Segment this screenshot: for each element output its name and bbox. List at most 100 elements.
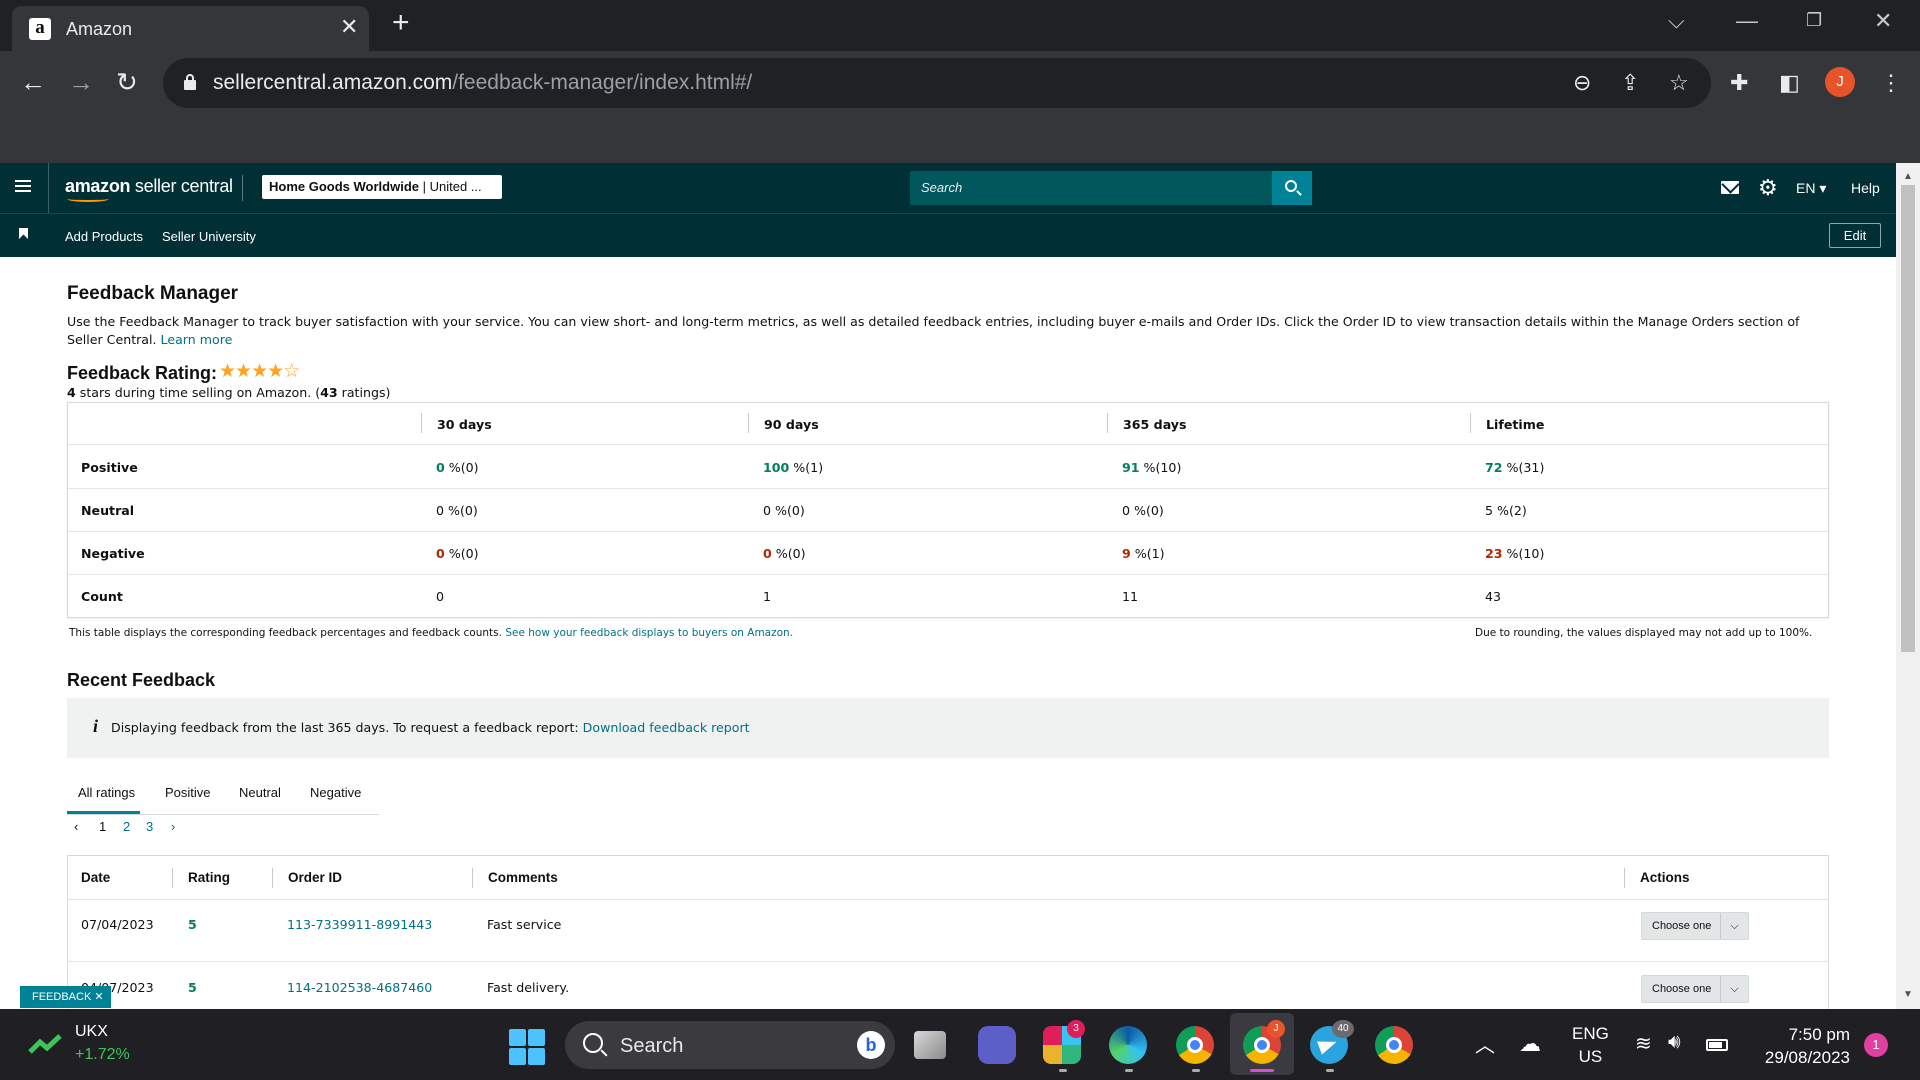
seller-central-logo[interactable]: amazon seller central <box>65 176 233 197</box>
rating-filter-tabs: All ratings Positive Neutral Negative <box>67 772 379 815</box>
metrics-count: %(2) <box>1493 503 1527 518</box>
prev-page-icon[interactable]: ‹ <box>74 819 78 834</box>
teams-icon[interactable] <box>978 1026 1016 1064</box>
browser-tab[interactable]: a Amazon ✕ <box>12 6 369 51</box>
telegram-icon[interactable]: 40 <box>1310 1020 1354 1064</box>
search-input[interactable]: Search <box>910 171 1272 205</box>
restore-icon[interactable]: ❐ <box>1806 10 1822 31</box>
column-separator <box>1624 868 1625 888</box>
store-selector[interactable]: Home Goods Worldwide | United ... <box>262 175 502 199</box>
row-order-id[interactable]: 113-7339911-8991443 <box>287 917 432 932</box>
browser-menu-icon[interactable]: ⋮ <box>1880 70 1902 96</box>
side-panel-icon[interactable]: ◧ <box>1779 70 1800 96</box>
chrome-profile-icon[interactable] <box>1176 1026 1214 1064</box>
onedrive-icon[interactable]: ☁ <box>1519 1031 1541 1057</box>
metrics-header-row: 30 days 90 days 365 days Lifetime <box>68 403 1828 445</box>
bing-icon[interactable]: b <box>857 1031 885 1059</box>
search-icon <box>583 1033 603 1053</box>
edit-button[interactable]: Edit <box>1829 223 1881 248</box>
tab-negative[interactable]: Negative <box>310 785 361 800</box>
tab-search-chevron-icon[interactable]: ⌵ <box>1668 8 1685 34</box>
tab-neutral[interactable]: Neutral <box>239 785 281 800</box>
page-3[interactable]: 3 <box>146 819 153 834</box>
search-button[interactable] <box>1272 171 1312 205</box>
column-separator <box>748 413 749 433</box>
metrics-count: %(10) <box>1502 546 1545 561</box>
app-running-indicator <box>1192 1069 1200 1072</box>
feedback-display-link[interactable]: See how your feedback displays to buyers… <box>505 627 793 639</box>
metrics-cell: 11 <box>1122 589 1139 604</box>
download-report-link[interactable]: Download feedback report <box>583 720 750 735</box>
page-scrollbar[interactable]: ▲ ▼ <box>1896 163 1920 1009</box>
scroll-down-icon[interactable]: ▼ <box>1903 989 1913 1000</box>
address-bar[interactable]: sellercentral.amazon.com/feedback-manage… <box>163 58 1711 108</box>
scroll-up-icon[interactable]: ▲ <box>1903 171 1913 182</box>
feedback-tab-button[interactable]: FEEDBACK ✕ <box>20 986 111 1008</box>
action-dropdown[interactable]: Choose one ⌵ <box>1641 975 1749 1003</box>
share-icon[interactable]: ⇪ <box>1621 70 1639 96</box>
edge-icon[interactable] <box>1109 1026 1147 1064</box>
rating-stars-count: 4 <box>67 385 76 400</box>
slack-icon[interactable]: 3 <box>1043 1020 1085 1064</box>
tab-positive[interactable]: Positive <box>165 785 211 800</box>
help-link[interactable]: Help <box>1851 180 1880 196</box>
row-order-id[interactable]: 114-2102538-4687460 <box>287 980 432 995</box>
battery-icon[interactable] <box>1706 1039 1728 1051</box>
taskbar-search[interactable]: Search b <box>565 1021 895 1069</box>
row-rating: 5 <box>188 980 197 995</box>
feedback-table: Date Rating Order ID Comments Actions 07… <box>67 855 1829 1025</box>
tab-close-icon[interactable]: ✕ <box>340 14 358 40</box>
hamburger-menu-icon[interactable] <box>15 180 31 192</box>
profile-avatar[interactable]: J <box>1825 67 1855 97</box>
back-icon[interactable]: ← <box>20 68 46 96</box>
star-icon: ★ <box>251 361 268 382</box>
page-1[interactable]: 1 <box>99 819 106 834</box>
chrome-icon[interactable]: J <box>1243 1020 1285 1064</box>
new-tab-icon[interactable]: + <box>392 8 410 38</box>
page-2[interactable]: 2 <box>123 819 130 834</box>
nav-seller-university[interactable]: Seller University <box>162 229 256 244</box>
metrics-value: 100 <box>763 460 790 475</box>
mail-icon[interactable] <box>1721 181 1739 194</box>
metrics-cell: 0 <box>436 589 445 604</box>
tray-overflow-icon[interactable]: ︿ <box>1475 1029 1495 1058</box>
reload-icon[interactable]: ↻ <box>116 68 138 96</box>
bookmark-star-icon[interactable]: ☆ <box>1669 70 1689 96</box>
nav-add-products[interactable]: Add Products <box>65 229 143 244</box>
scroll-thumb[interactable] <box>1901 185 1915 652</box>
seller-central-header: amazon seller central Home Goods Worldwi… <box>0 163 1896 213</box>
minimize-icon[interactable]: — <box>1736 8 1758 34</box>
wifi-icon[interactable]: ≋ <box>1635 1031 1652 1056</box>
extensions-icon[interactable]: ✚ <box>1730 70 1748 96</box>
language-indicator[interactable]: ENG US <box>1572 1022 1609 1068</box>
metrics-count: %(0) <box>444 503 478 518</box>
stock-trend-icon[interactable] <box>28 1032 64 1056</box>
intro-body: Use the Feedback Manager to track buyer … <box>67 314 1800 347</box>
task-view-icon[interactable] <box>914 1031 946 1059</box>
tab-all-ratings[interactable]: All ratings <box>67 785 141 814</box>
windows-start-icon[interactable] <box>509 1029 545 1065</box>
system-clock[interactable]: 7:50 pm 29/08/2023 <box>1754 1023 1850 1069</box>
window-close-icon[interactable]: ✕ <box>1874 8 1892 34</box>
notification-badge[interactable]: 1 <box>1864 1033 1888 1057</box>
ticker-change: +1.72% <box>75 1046 130 1063</box>
metrics-count: %(0) <box>444 546 479 561</box>
next-page-icon[interactable]: › <box>171 819 175 834</box>
url-path: /feedback-manager/index.html#/ <box>452 71 753 94</box>
zoom-out-icon[interactable]: ⊖ <box>1573 70 1591 96</box>
metrics-footnote: This table displays the corresponding fe… <box>69 627 793 639</box>
volume-icon[interactable]: 🔊︎ <box>1668 1031 1681 1054</box>
language-selector[interactable]: EN ▾ <box>1796 180 1826 197</box>
info-text: Displaying feedback from the last 365 da… <box>111 720 750 735</box>
rounding-note: Due to rounding, the values displayed ma… <box>1475 627 1813 639</box>
rating-stars: ★★★★☆ <box>219 360 300 383</box>
bookmark-icon[interactable] <box>19 228 28 240</box>
gear-icon[interactable]: ⚙ <box>1758 177 1778 199</box>
chrome-second-icon[interactable] <box>1375 1026 1413 1064</box>
learn-more-link[interactable]: Learn more <box>161 332 233 347</box>
action-dropdown[interactable]: Choose one ⌵ <box>1641 912 1749 940</box>
column-separator <box>1107 413 1108 433</box>
forward-icon[interactable]: → <box>68 68 94 96</box>
metrics-cell: 1 <box>763 589 772 604</box>
intro-text: Use the Feedback Manager to track buyer … <box>67 313 1817 349</box>
